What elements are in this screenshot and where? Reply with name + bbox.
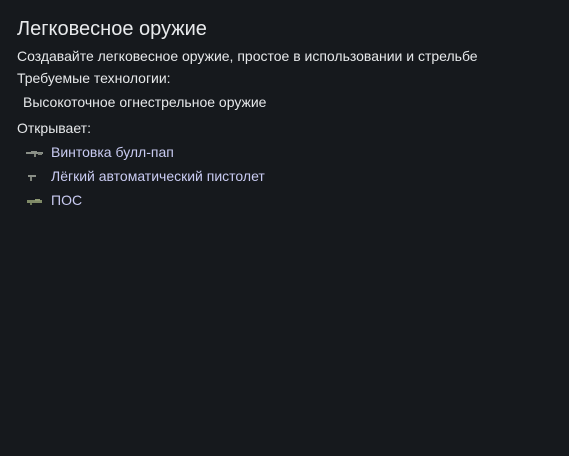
unlock-label: Лёгкий автоматический пистолет [51, 168, 265, 184]
pistol-icon [25, 170, 45, 182]
tech-title: Легковесное оружие [17, 18, 207, 40]
unlock-label: Винтовка булл-пап [51, 144, 174, 160]
unlock-label: ПОС [51, 192, 83, 208]
unlock-item-pos[interactable]: ПОС [17, 188, 569, 212]
unlocks-label: Открывает: [17, 120, 91, 136]
unlock-item-light-smg[interactable]: Лёгкий автоматический пистолет [17, 164, 569, 188]
required-tech-label: Требуемые технологии: [17, 70, 171, 86]
tech-description: Создавайте легковесное оружие, простое в… [17, 48, 478, 64]
unlocks-list: Винтовка булл-пап Лёгкий автоматический … [17, 140, 569, 212]
rifle-icon [25, 146, 45, 158]
unlock-item-bullpup-rifle[interactable]: Винтовка булл-пап [17, 140, 569, 164]
launcher-icon [25, 194, 45, 206]
tech-tooltip: Легковесное оружие Создавайте легковесно… [0, 0, 569, 456]
required-tech-item: Высокоточное огнестрельное оружие [23, 94, 267, 110]
